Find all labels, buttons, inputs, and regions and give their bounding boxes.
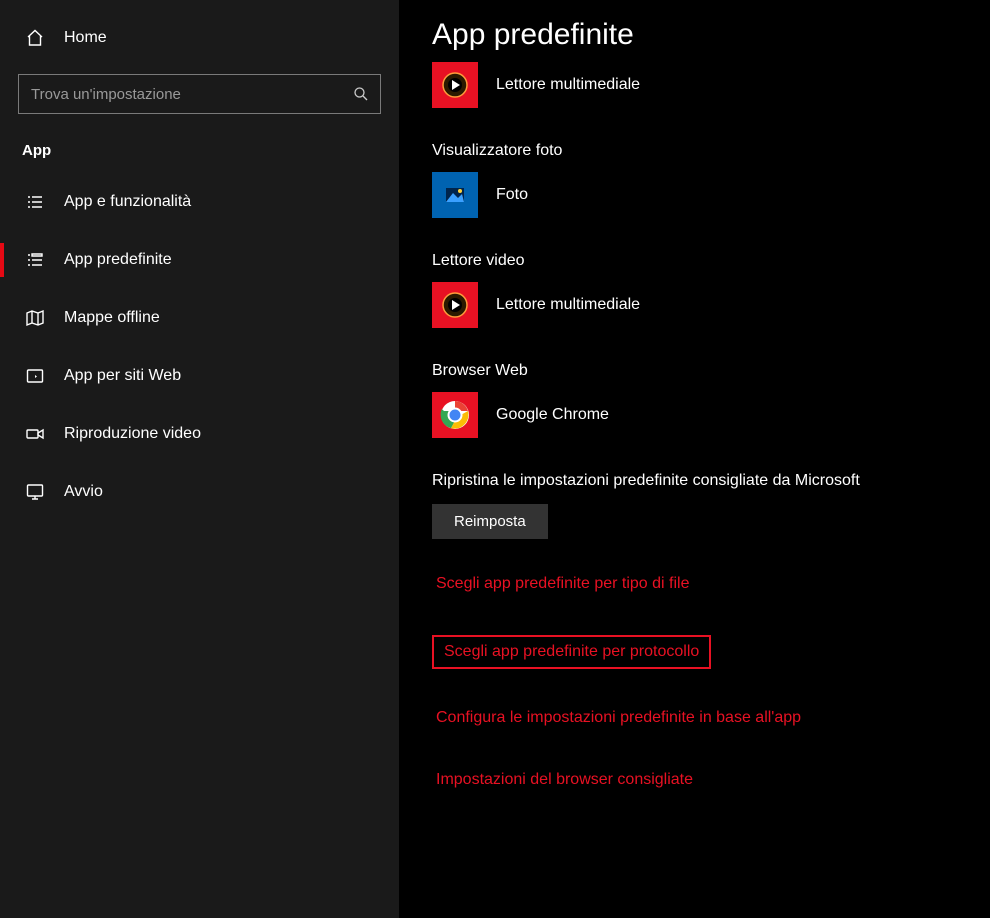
link-set-by-app[interactable]: Configura le impostazioni predefinite in…	[432, 707, 805, 729]
app-tile-video[interactable]: Lettore multimediale	[432, 282, 990, 328]
nav-label: App predefinite	[64, 251, 172, 269]
page-title: App predefinite	[432, 18, 990, 52]
reset-button[interactable]: Reimposta	[432, 504, 548, 539]
list-icon	[24, 191, 46, 213]
nav-label: Avvio	[64, 483, 103, 501]
sidebar: Home App App e funzionalità	[0, 0, 400, 918]
default-app-entry: Lettore multimediale	[432, 62, 990, 108]
home-icon	[24, 27, 46, 49]
nav-label: Mappe offline	[64, 309, 160, 327]
category-label: Lettore video	[432, 252, 990, 270]
nav-video-playback[interactable]: Riproduzione video	[0, 405, 399, 463]
reset-text: Ripristina le impostazioni predefinite c…	[432, 472, 990, 490]
reset-section: Ripristina le impostazioni predefinite c…	[432, 472, 990, 539]
default-app-entry: Lettore video Lettore multimediale	[432, 252, 990, 328]
nav-default-apps[interactable]: App predefinite	[0, 231, 399, 289]
home-button[interactable]: Home	[0, 18, 399, 58]
nav-startup[interactable]: Avvio	[0, 463, 399, 521]
app-tile-photos[interactable]: Foto	[432, 172, 990, 218]
nav-label: Riproduzione video	[64, 425, 201, 443]
startup-icon	[24, 481, 46, 503]
nav-offline-maps[interactable]: Mappe offline	[0, 289, 399, 347]
media-player-icon	[432, 62, 478, 108]
default-apps-icon	[24, 249, 46, 271]
video-icon	[24, 423, 46, 445]
website-apps-icon	[24, 365, 46, 387]
link-browser-recommended[interactable]: Impostazioni del browser consigliate	[432, 769, 697, 791]
app-name: Lettore multimediale	[496, 296, 640, 314]
app-name: Foto	[496, 186, 528, 204]
default-app-entry: Visualizzatore foto Foto	[432, 142, 990, 218]
chrome-icon	[432, 392, 478, 438]
default-app-entry: Browser Web Google Chrome	[432, 362, 990, 438]
nav-apps-for-websites[interactable]: App per siti Web	[0, 347, 399, 405]
search-input[interactable]	[31, 86, 352, 103]
nav-label: App e funzionalità	[64, 193, 191, 211]
map-icon	[24, 307, 46, 329]
search-icon	[352, 85, 370, 103]
app-tile-browser[interactable]: Google Chrome	[432, 392, 990, 438]
media-player-icon	[432, 282, 478, 328]
link-choose-by-protocol[interactable]: Scegli app predefinite per protocollo	[432, 635, 711, 669]
app-name: Google Chrome	[496, 406, 609, 424]
content: App predefinite Lettore multimediale Vis…	[400, 0, 990, 918]
search-box[interactable]	[18, 74, 381, 114]
app-tile-music[interactable]: Lettore multimediale	[432, 62, 990, 108]
links-block: Scegli app predefinite per tipo di file …	[432, 573, 990, 811]
home-label: Home	[64, 29, 107, 47]
category-label: Visualizzatore foto	[432, 142, 990, 160]
section-label: App	[22, 142, 399, 159]
category-label: Browser Web	[432, 362, 990, 380]
app-name: Lettore multimediale	[496, 76, 640, 94]
link-choose-by-filetype[interactable]: Scegli app predefinite per tipo di file	[432, 573, 694, 595]
nav-apps-features[interactable]: App e funzionalità	[0, 173, 399, 231]
nav-label: App per siti Web	[64, 367, 181, 385]
photos-icon	[432, 172, 478, 218]
